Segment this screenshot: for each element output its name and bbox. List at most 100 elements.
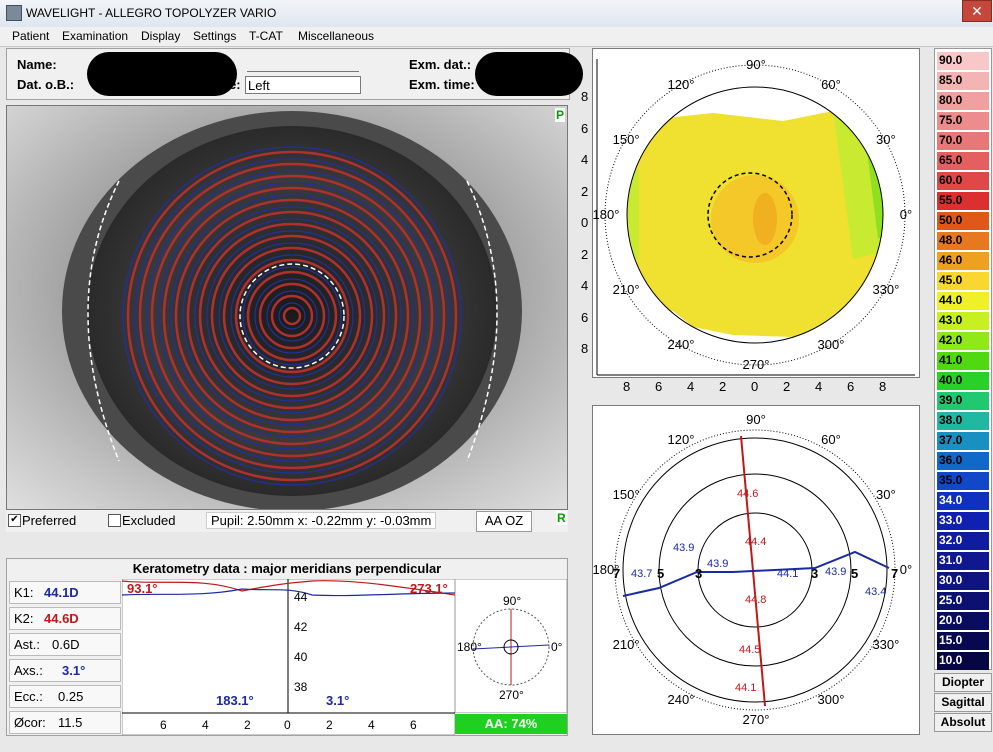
meridian-angle-label: 60° (821, 432, 841, 448)
legend-swatch: 41.0 (937, 352, 989, 370)
profile-ytick-3: 38 (294, 680, 308, 694)
topo-ytick: 6 (581, 309, 589, 325)
topo-angle-label: 330° (872, 282, 900, 297)
meridian-angle-label: 300° (817, 691, 845, 707)
legend-swatch: 80.0 (937, 92, 989, 110)
legend-swatch: 60.0 (937, 172, 989, 190)
topo-xtick: 6 (847, 379, 855, 394)
image-controls: ✔ Preferred Excluded Pupil: 2.50mm x: -0… (6, 510, 568, 532)
legend-swatch: 34.0 (937, 492, 989, 510)
topo-angle-label: 120° (667, 77, 695, 93)
legend-value: 50.0 (939, 213, 963, 227)
redacted-patient-info (87, 52, 237, 96)
value-h-left7: 43.7 (631, 568, 653, 580)
topo-ytick: 8 (581, 89, 589, 104)
legend-value: 44.0 (939, 293, 963, 307)
legend-swatch: 75.0 (937, 112, 989, 130)
name-field[interactable] (247, 55, 359, 72)
topography-map-panel: 8 8 6 4 2 0 2 4 6 8 8 6 4 2 0 2 4 6 8 90… (581, 48, 920, 394)
ast-label: Ast.: (14, 637, 41, 652)
topo-y-axis: 8 6 4 2 0 2 4 6 8 (581, 81, 591, 365)
legend-swatch: 55.0 (937, 192, 989, 210)
value-h-right7: 43.4 (865, 586, 887, 598)
meridian-profile-chart: 93.1° 273.1° 183.1° 3.1° 44 42 40 38 6 4… (122, 579, 455, 735)
mini-label-270: 270° (499, 688, 524, 702)
legend-swatch: 43.0 (937, 312, 989, 330)
topo-angle-label: 180° (592, 207, 620, 222)
topo-xtick: 8 (623, 379, 631, 394)
topo-angle-label: 300° (817, 336, 845, 352)
absolut-button[interactable]: Absolut (934, 713, 992, 732)
menu-tcat[interactable]: T-CAT (249, 29, 283, 43)
patient-info-panel: Name: Dat. o.B.: e: Left Exm. dat.: Exm.… (6, 48, 583, 100)
meridian-angle-label: 330° (872, 637, 900, 652)
profile-xtick-1: 4 (202, 718, 209, 732)
preferred-label: Preferred (22, 513, 77, 528)
legend-swatch: 50.0 (937, 212, 989, 230)
legend-value: 30.0 (939, 573, 963, 587)
k2-value: 44.6D (44, 611, 79, 626)
legend-swatch: 20.0 (937, 612, 989, 630)
value-v-bot5: 44.5 (739, 644, 761, 656)
legend-swatch: 85.0 (937, 72, 989, 90)
preferred-checkbox[interactable]: ✔ (8, 514, 21, 527)
profile-xtick-6: 6 (410, 718, 417, 732)
legend-value: 42.0 (939, 333, 963, 347)
value-h-left5: 43.9 (673, 542, 695, 554)
excluded-checkbox[interactable] (108, 514, 121, 527)
menu-display[interactable]: Display (141, 29, 180, 43)
menu-miscellaneous[interactable]: Miscellaneous (298, 29, 374, 43)
topo-angle-label: 90° (746, 57, 766, 72)
profile-xtick-5: 4 (368, 718, 375, 732)
topo-angle-label: 0° (899, 207, 913, 222)
dob-label: Dat. o.B.: (17, 77, 75, 92)
legend-value: 32.0 (939, 533, 963, 547)
legend-value: 40.0 (939, 373, 963, 387)
mini-label-0: 0° (551, 640, 563, 654)
eye-value: Left (248, 78, 270, 93)
zone-label-5-left: 5 (657, 566, 665, 581)
legend-value: 38.0 (939, 413, 963, 427)
value-h-left3: 43.9 (707, 558, 729, 570)
meridian-angle-label: 270° (742, 712, 770, 727)
legend-value: 31.0 (939, 553, 963, 567)
legend-swatch: 38.0 (937, 412, 989, 430)
eye-image-panel: P (6, 105, 568, 510)
menu-examination[interactable]: Examination (62, 29, 128, 43)
meridian-angle-label: 90° (746, 412, 766, 427)
keratometry-title: Keratometry data : major meridians perpe… (132, 561, 442, 576)
pupil-info: Pupil: 2.50mm x: -0.22mm y: -0.03mm (206, 512, 437, 529)
legend-value: 43.0 (939, 313, 963, 327)
menu-patient[interactable]: Patient (12, 29, 49, 43)
eye-field[interactable]: Left (245, 76, 361, 94)
placido-eye-image (7, 106, 567, 509)
topo-angle-label: 30° (876, 132, 896, 147)
cor-value: 11.5 (58, 715, 83, 730)
sagittal-button[interactable]: Sagittal (934, 693, 992, 712)
value-v-bot3: 44.8 (745, 594, 767, 606)
value-v-top3: 44.4 (745, 536, 767, 548)
topo-ytick: 6 (581, 120, 589, 136)
profile-xtick-3: 0 (284, 718, 291, 732)
legend-value: 55.0 (939, 193, 963, 207)
legend-value: 37.0 (939, 433, 963, 447)
legend-value: 60.0 (939, 173, 963, 187)
profile-xtick-4: 2 (326, 718, 333, 732)
topo-ytick: 0 (581, 215, 589, 230)
legend-value: 85.0 (939, 73, 963, 87)
meridian-map-panel: 90° 60° 30° 0° 330° 300° 270° 240° 210° 180° 150° 1… (592, 405, 920, 735)
meridian-angle-label: 120° (667, 432, 695, 448)
legend-swatch: 48.0 (937, 232, 989, 250)
legend-value: 36.0 (939, 453, 963, 467)
legend-value: 46.0 (939, 253, 963, 267)
mini-label-90: 90° (503, 594, 521, 608)
topo-angle-label: 150° (612, 132, 640, 147)
legend-swatch: 40.0 (937, 372, 989, 390)
diopter-button[interactable]: Diopter (934, 673, 992, 692)
topo-xtick: 2 (783, 379, 791, 394)
meridian-angle-label: 210° (612, 637, 640, 652)
aa-oz-button[interactable]: AA OZ (476, 511, 532, 532)
legend-value: 90.0 (939, 53, 963, 67)
close-button[interactable]: ✕ (962, 0, 992, 22)
menu-settings[interactable]: Settings (193, 29, 236, 43)
